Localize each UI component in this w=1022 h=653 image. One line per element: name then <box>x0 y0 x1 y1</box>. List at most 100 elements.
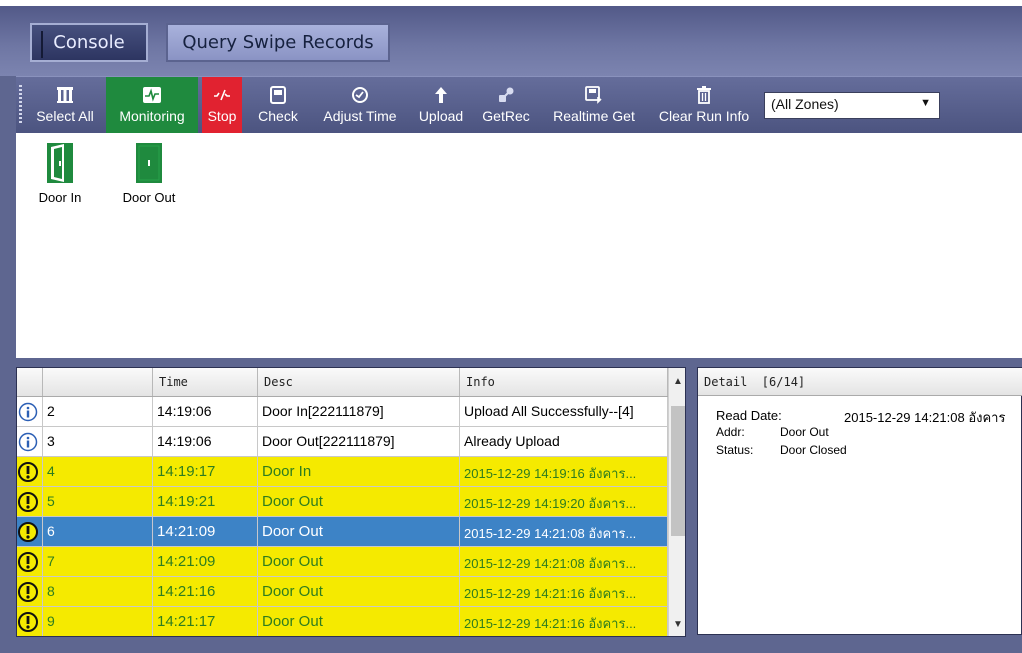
row-time: 14:19:17 <box>153 457 258 487</box>
check-label: Check <box>258 108 298 124</box>
monitoring-label: Monitoring <box>119 108 185 124</box>
realtime-get-button[interactable]: Realtime Get <box>544 77 644 133</box>
row-desc: Door Out <box>258 517 460 547</box>
warning-icon <box>18 552 38 572</box>
clock-icon <box>349 84 371 106</box>
table-row[interactable]: 3 14:19:06 Door Out[222111879] Already Uplo… <box>17 427 668 457</box>
door-out-label: Door Out <box>122 190 176 205</box>
door-out[interactable]: Door Out <box>114 143 184 205</box>
door-icon <box>47 143 73 183</box>
header-time[interactable]: Time <box>153 368 258 396</box>
toolbar-grip[interactable] <box>19 85 22 125</box>
header-desc[interactable]: Desc <box>258 368 460 396</box>
table-row[interactable]: 7 14:21:09 Door Out 2015-12-29 14:21:08 อัง… <box>17 547 668 577</box>
info-icon <box>18 432 38 452</box>
check-device-icon <box>267 84 289 106</box>
row-info: 2015-12-29 14:19:20 อังคาร... <box>460 487 668 517</box>
scroll-thumb[interactable] <box>671 406 685 536</box>
row-icon-cell <box>17 577 43 607</box>
tab-query-swipe-records[interactable]: Query Swipe Records <box>166 23 390 62</box>
addr-label: Addr: <box>716 425 745 439</box>
upload-button[interactable]: Upload <box>410 77 472 133</box>
row-desc: Door Out <box>258 607 460 636</box>
row-icon-cell <box>17 397 43 427</box>
row-icon-cell <box>17 487 43 517</box>
dropdown-arrow-icon: ▼ <box>920 97 931 109</box>
adjust-time-button[interactable]: Adjust Time <box>314 77 406 133</box>
getrec-icon <box>495 84 517 106</box>
header-icon-col <box>17 368 43 396</box>
grid-header: Time Desc Info <box>17 368 685 397</box>
tab-console[interactable]: Console <box>30 23 148 62</box>
row-time: 14:21:09 <box>153 517 258 547</box>
tab-query-label: Query Swipe Records <box>182 32 374 53</box>
adjust-time-label: Adjust Time <box>323 108 397 124</box>
warning-icon <box>18 522 38 542</box>
read-date-label: Read Date: <box>716 408 782 423</box>
info-icon <box>18 402 38 422</box>
table-row[interactable]: 5 14:19:21 Door Out 2015-12-29 14:19:20 อัง… <box>17 487 668 517</box>
row-num: 6 <box>43 517 153 547</box>
row-num: 8 <box>43 577 153 607</box>
stop-icon <box>211 84 233 106</box>
status-value: Door Closed <box>780 443 847 457</box>
row-num: 5 <box>43 487 153 517</box>
upload-label: Upload <box>418 108 464 124</box>
warning-icon <box>18 582 38 602</box>
row-desc: Door Out <box>258 487 460 517</box>
detail-title: Detail [6/14] <box>698 368 1022 396</box>
door-in[interactable]: Door In <box>25 143 95 205</box>
table-row[interactable]: 9 14:21:17 Door Out 2015-12-29 14:21:16 อัง… <box>17 607 668 636</box>
row-desc: Door Out[222111879] <box>258 427 460 457</box>
scroll-down-icon[interactable]: ▼ <box>669 614 685 634</box>
getrec-label: GetRec <box>482 108 530 124</box>
row-icon-cell <box>17 457 43 487</box>
door-group-icon <box>54 84 76 106</box>
row-time: 14:19:21 <box>153 487 258 517</box>
check-button[interactable]: Check <box>252 77 304 133</box>
row-time: 14:21:09 <box>153 547 258 577</box>
getrec-button[interactable]: GetRec <box>476 77 536 133</box>
row-icon-cell <box>17 547 43 577</box>
table-row[interactable]: 6 14:21:09 Door Out 2015-12-29 14:21:08 อัง… <box>17 517 668 547</box>
header-num-col <box>43 368 153 396</box>
row-info: 2015-12-29 14:21:08 อังคาร... <box>460 547 668 577</box>
upload-arrow-icon <box>430 84 452 106</box>
scroll-up-icon[interactable]: ▲ <box>669 371 685 391</box>
clear-run-info-button[interactable]: Clear Run Info <box>652 77 756 133</box>
row-desc: Door Out <box>258 547 460 577</box>
row-info: 2015-12-29 14:19:16 อังคาร... <box>460 457 668 487</box>
table-row[interactable]: 4 14:19:17 Door In 2015-12-29 14:19:16 อังค… <box>17 457 668 487</box>
tab-indicator <box>41 31 43 58</box>
clear-run-info-label: Clear Run Info <box>658 108 750 124</box>
row-info: 2015-12-29 14:21:08 อังคาร... <box>460 517 668 547</box>
tab-console-label: Console <box>53 32 125 53</box>
top-tab-bar: Console Query Swipe Records <box>0 0 1022 76</box>
select-all-button[interactable]: Select All <box>30 77 100 133</box>
monitoring-button[interactable]: Monitoring <box>106 77 198 133</box>
row-info: Already Upload <box>460 427 668 457</box>
header-info[interactable]: Info <box>460 368 668 396</box>
stop-button[interactable]: Stop <box>202 77 242 133</box>
row-icon-cell <box>17 607 43 636</box>
grid-scrollbar[interactable]: ▲ ▼ <box>668 368 685 636</box>
row-num: 4 <box>43 457 153 487</box>
row-time: 14:21:16 <box>153 577 258 607</box>
row-desc: Door In[222111879] <box>258 397 460 427</box>
row-info: 2015-12-29 14:21:16 อังคาร... <box>460 607 668 636</box>
zone-select[interactable]: (All Zones) ▼ <box>764 92 940 119</box>
zone-select-value: (All Zones) <box>771 96 839 112</box>
door-in-label: Door In <box>38 190 82 205</box>
select-all-label: Select All <box>36 108 94 124</box>
warning-icon <box>18 612 38 632</box>
realtime-get-icon <box>583 84 605 106</box>
row-time: 14:21:17 <box>153 607 258 636</box>
row-time: 14:19:06 <box>153 427 258 457</box>
door-panel: Door In Door Out <box>16 133 1022 358</box>
table-row[interactable]: 8 14:21:16 Door Out 2015-12-29 14:21:16 อัง… <box>17 577 668 607</box>
row-info: 2015-12-29 14:21:16 อังคาร... <box>460 577 668 607</box>
row-num: 9 <box>43 607 153 636</box>
table-row[interactable]: 2 14:19:06 Door In[222111879] Upload All Su… <box>17 397 668 427</box>
trash-icon <box>693 84 715 106</box>
warning-icon <box>18 492 38 512</box>
